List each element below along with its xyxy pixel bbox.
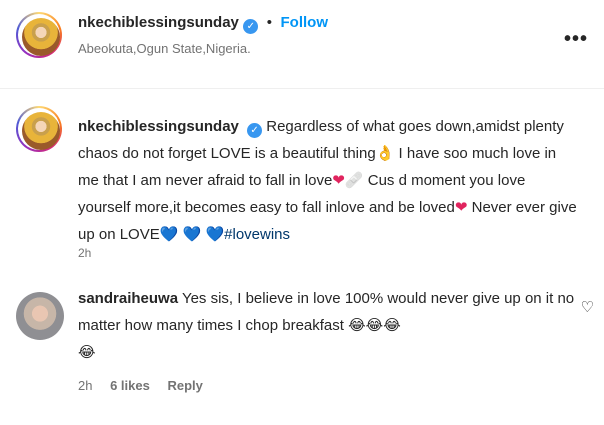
author-avatar[interactable] [16,12,62,58]
ellipsis-icon[interactable]: ••• [564,28,588,51]
commenter-avatar[interactable] [16,292,64,340]
hashtag-link[interactable]: #lovewins [224,226,290,243]
heart-outline-icon[interactable]: ♡ [581,298,594,316]
header-divider [0,88,604,89]
verified-badge-icon: ✓ [243,19,259,34]
blue-heart-emoji-icon: 💙 [182,225,202,243]
post-header: nkechiblessingsunday ✓ • Follow Abeokuta… [0,0,604,70]
follow-button[interactable]: Follow [281,14,329,31]
author-username[interactable]: nkechiblessingsunday [78,14,239,31]
commenter-username[interactable]: sandraiheuwa [78,290,178,307]
comment: sandraiheuwa Yes sis, I believe in love … [78,286,578,366]
caption-timestamp[interactable]: 2h [78,246,91,260]
comment-likes[interactable]: 6 likes [110,378,150,393]
post-caption: nkechiblessingsunday ✓ Regardless of wha… [78,114,580,248]
laughing-emoji-icon: 😂 [348,316,366,334]
blue-heart-emoji-icon: 💙 [159,225,179,243]
separator-dot: • [266,14,273,31]
red-heart-emoji-icon: ❤ [454,198,468,216]
caption-author-avatar[interactable] [16,106,62,152]
comment-timestamp[interactable]: 2h [78,378,92,393]
ok-hand-emoji-icon: 👌 [375,144,395,162]
laughing-emoji-icon: 😂 [383,316,401,334]
location-link[interactable]: Abeokuta,Ogun State,Nigeria. [78,41,251,56]
laughing-emoji-icon: 😂 [365,316,384,334]
bandage-emoji-icon: 🩹 [344,171,364,189]
red-heart-emoji-icon: ❤ [332,171,345,189]
blue-heart-emoji-icon: 💙 [205,225,225,243]
reply-button[interactable]: Reply [167,378,202,393]
author-line: nkechiblessingsunday ✓ • Follow [78,14,328,34]
caption-username[interactable]: nkechiblessingsunday [78,118,239,135]
comment-meta: 2h 6 likes Reply [78,378,217,393]
laughing-emoji-icon: 😂 [78,343,96,361]
verified-badge-icon: ✓ [247,123,263,138]
